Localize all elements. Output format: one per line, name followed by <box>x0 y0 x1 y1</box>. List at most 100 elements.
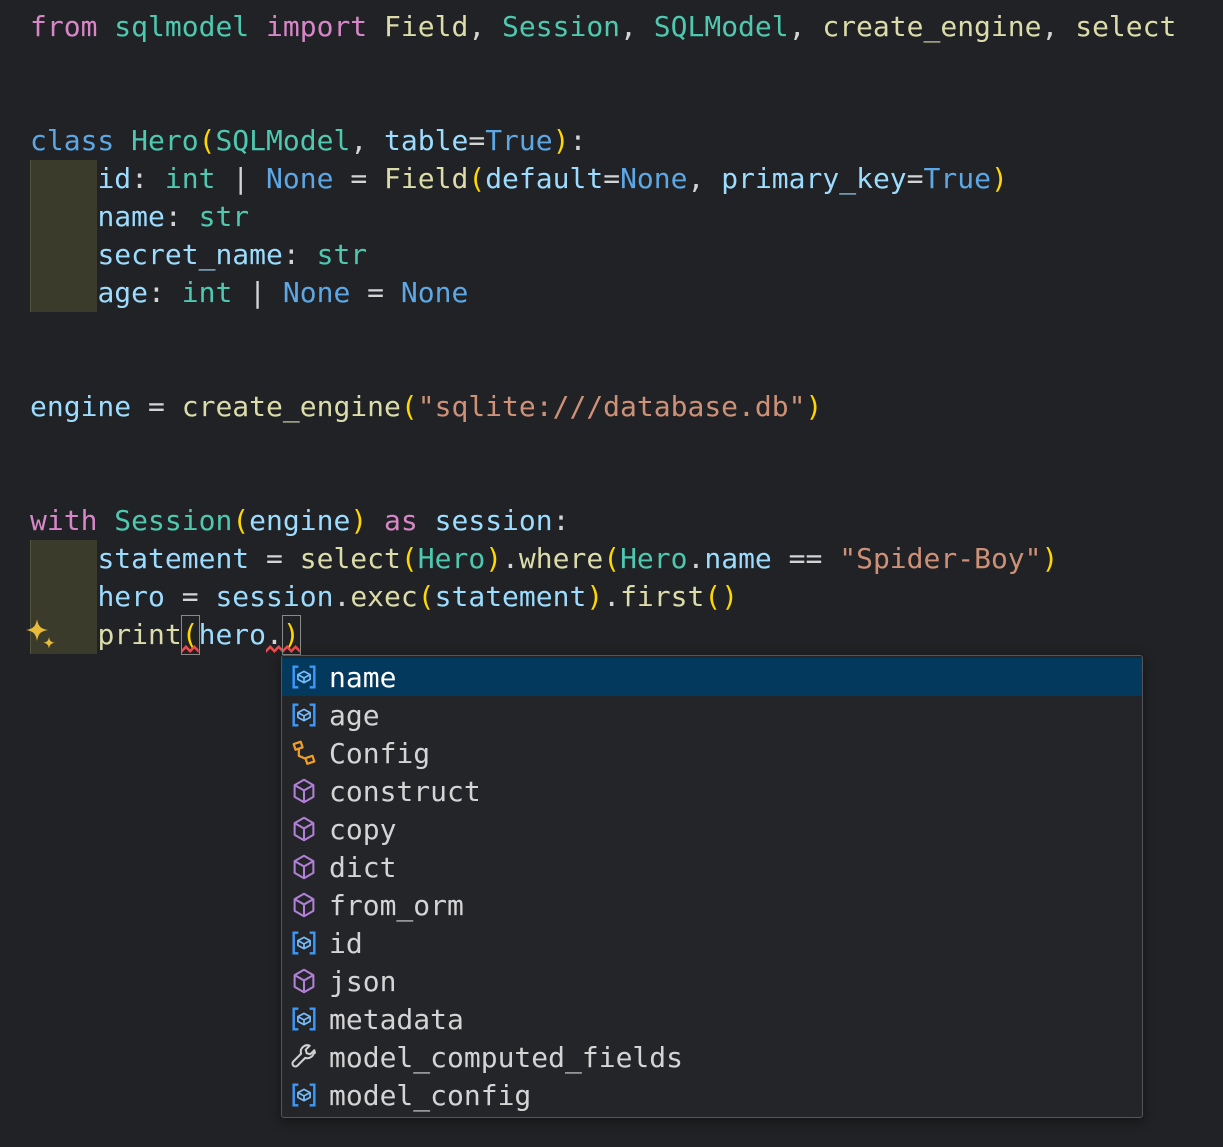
code-token: Session <box>502 10 621 43</box>
code-token: str <box>198 200 250 233</box>
code-token: engine <box>30 390 132 423</box>
symbol-method-icon <box>289 966 319 996</box>
copilot-sparkle-icon[interactable] <box>23 617 59 653</box>
code-token: first <box>620 580 705 613</box>
code-token: as <box>384 504 418 537</box>
symbol-field-icon <box>289 700 319 730</box>
code-token: ( <box>468 162 486 195</box>
code-token: exec <box>350 580 418 613</box>
suggest-item-label: construct <box>329 774 481 808</box>
code-token: primary_key <box>721 162 907 195</box>
suggest-item-label: name <box>329 660 397 694</box>
code-token: , <box>687 162 722 195</box>
code-token: . <box>603 580 621 613</box>
code-line: statement = select(Hero).where(Hero.name… <box>30 540 1223 578</box>
suggest-item-label: metadata <box>329 1002 464 1036</box>
code-token: : <box>131 162 165 195</box>
code-token: Session <box>114 504 233 537</box>
suggest-item-json[interactable]: json <box>282 962 1142 1000</box>
code-token: None <box>620 162 688 195</box>
code-token: where <box>518 542 604 575</box>
suggest-item-from_orm[interactable]: from_orm <box>282 886 1142 924</box>
suggest-item-dict[interactable]: dict <box>282 848 1142 886</box>
code-token: . <box>502 542 519 575</box>
suggest-item-model_config[interactable]: model_config <box>282 1076 1142 1114</box>
code-token: ) <box>485 542 503 575</box>
suggest-item-metadata[interactable]: metadata <box>282 1000 1142 1038</box>
code-line: age: int | None = None <box>30 274 1223 312</box>
code-token: = <box>603 162 621 195</box>
code-token: = <box>249 542 300 575</box>
code-token: default <box>485 162 604 195</box>
code-token: ( <box>400 390 418 423</box>
code-token: None <box>282 276 351 309</box>
symbol-class-icon <box>289 738 319 768</box>
code-token: "Spider-Boy" <box>839 542 1042 575</box>
code-token: Hero <box>620 542 688 575</box>
code-editor[interactable]: from sqlmodel import Field, Session, SQL… <box>0 0 1223 1147</box>
code-token: "sqlite:///database.db" <box>417 390 806 423</box>
code-token: str <box>316 238 368 271</box>
code-token: = <box>468 124 486 157</box>
code-token: ) <box>805 390 823 423</box>
symbol-method-icon <box>289 814 319 844</box>
code-token: SQLModel <box>653 10 789 43</box>
code-token: ( <box>232 504 250 537</box>
code-token: : <box>164 200 199 233</box>
suggest-item-label: age <box>329 698 380 732</box>
suggest-item-label: Config <box>329 736 431 770</box>
code-token: print <box>97 618 182 651</box>
code-token: age <box>97 276 149 309</box>
symbol-property-icon <box>289 1042 319 1072</box>
code-token: . <box>266 616 283 654</box>
code-line: class Hero(SQLModel, table=True): <box>30 122 1223 160</box>
suggest-item-label: model_config <box>329 1078 532 1112</box>
suggest-item-id[interactable]: id <box>282 924 1142 962</box>
suggest-item-copy[interactable]: copy <box>282 810 1142 848</box>
code-token: with <box>30 504 98 537</box>
code-token: == <box>771 542 840 575</box>
code-token: ( <box>417 580 435 613</box>
code-line: hero = session.exec(statement).first() <box>30 578 1223 616</box>
code-token: | <box>232 276 283 309</box>
code-token: , <box>350 124 385 157</box>
suggest-item-Config[interactable]: Config <box>282 734 1142 772</box>
suggest-item-model_computed_fields[interactable]: model_computed_fields <box>282 1038 1142 1076</box>
code-token: secret_name <box>97 238 283 271</box>
suggest-item-age[interactable]: age <box>282 696 1142 734</box>
code-token: statement <box>434 580 587 613</box>
symbol-field-icon <box>289 1004 319 1034</box>
code-token: Hero <box>417 542 486 575</box>
code-token: create_engine <box>822 10 1042 43</box>
code-token: . <box>687 542 705 575</box>
suggest-item-name[interactable]: name <box>282 658 1142 696</box>
autocomplete-dropdown: name age Config construct copy dict from… <box>281 655 1143 1118</box>
suggest-item-construct[interactable]: construct <box>282 772 1142 810</box>
bracket-match: ) <box>281 615 301 655</box>
code-token: ) <box>1041 542 1059 575</box>
code-token: hero <box>198 618 267 651</box>
suggest-item-label: dict <box>329 850 397 884</box>
code-token: = <box>333 162 385 195</box>
code-token: : <box>148 276 182 309</box>
code-token: = <box>350 276 401 309</box>
code-token: sqlmodel <box>114 10 250 43</box>
code-token: None <box>266 162 334 195</box>
code-token: select <box>299 542 401 575</box>
code-token: ) <box>552 124 570 157</box>
code-token: Hero <box>131 124 199 157</box>
code-line: id: int | None = Field(default=None, pri… <box>30 160 1223 198</box>
code-line: secret_name: str <box>30 236 1223 274</box>
code-token: table <box>384 124 469 157</box>
code-token: = <box>131 390 182 423</box>
symbol-method-icon <box>289 776 319 806</box>
